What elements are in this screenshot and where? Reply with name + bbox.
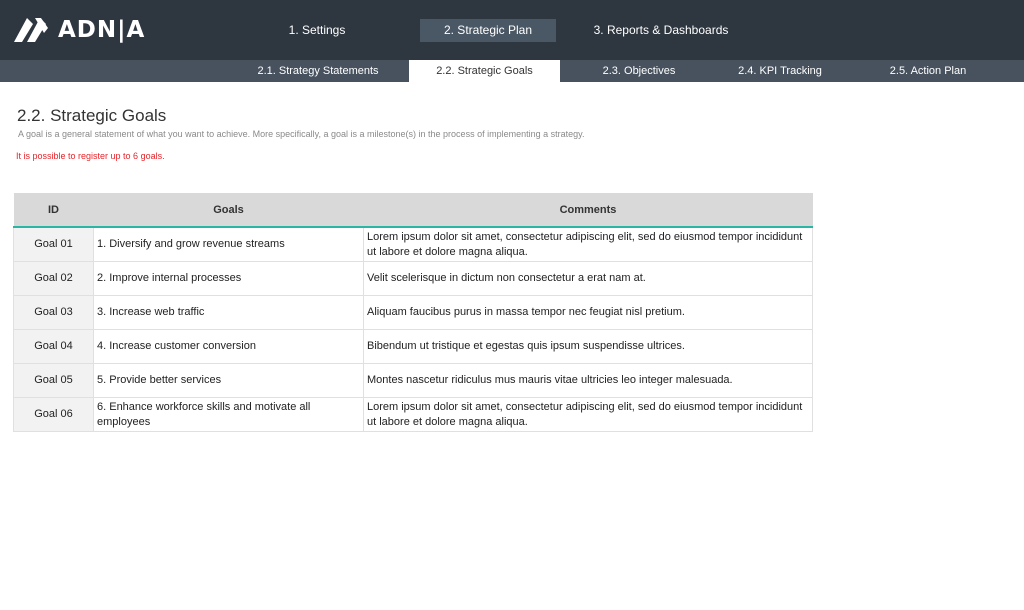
main-tab-settings[interactable]: 1. Settings [247, 19, 387, 42]
table-header-row: ID Goals Comments [13, 193, 813, 228]
comment-cell[interactable]: Lorem ipsum dolor sit amet, consectetur … [363, 397, 813, 432]
table-row: Goal 06 6. Enhance workforce skills and … [13, 397, 813, 432]
page-description: A goal is a general statement of what yo… [18, 129, 585, 139]
comment-cell[interactable]: Lorem ipsum dolor sit amet, consectetur … [363, 226, 813, 262]
goal-cell[interactable]: 2. Improve internal processes [93, 261, 364, 296]
sub-tab-kpi-tracking[interactable]: 2.4. KPI Tracking [718, 60, 842, 82]
goal-id-cell[interactable]: Goal 04 [13, 329, 94, 364]
sub-tab-objectives[interactable]: 2.3. Objectives [561, 60, 717, 82]
sub-tab-strategic-goals[interactable]: 2.2. Strategic Goals [409, 60, 560, 82]
table-row: Goal 03 3. Increase web traffic Aliquam … [13, 295, 813, 330]
goal-id-cell[interactable]: Goal 06 [13, 397, 94, 432]
main-tab-reports-dashboards[interactable]: 3. Reports & Dashboards [585, 19, 737, 42]
goal-id-cell[interactable]: Goal 02 [13, 261, 94, 296]
page-title: 2.2. Strategic Goals [17, 106, 167, 125]
sub-tab-strategy-statements[interactable]: 2.1. Strategy Statements [228, 60, 408, 82]
adnia-logo-icon [14, 18, 48, 42]
adnia-logo[interactable]: ADN|A [14, 17, 145, 43]
goal-cell[interactable]: 3. Increase web traffic [93, 295, 364, 330]
goal-cell[interactable]: 1. Diversify and grow revenue streams [93, 226, 364, 262]
sub-navigation-bar: 2.1. Strategy Statements 2.2. Strategic … [0, 60, 1024, 82]
goal-cell[interactable]: 4. Increase customer conversion [93, 329, 364, 364]
comment-cell[interactable]: Velit scelerisque in dictum non consecte… [363, 261, 813, 296]
comment-cell[interactable]: Aliquam faucibus purus in massa tempor n… [363, 295, 813, 330]
comment-cell[interactable]: Bibendum ut tristique et egestas quis ip… [363, 329, 813, 364]
table-row: Goal 01 1. Diversify and grow revenue st… [13, 226, 813, 262]
header-comments: Comments [363, 193, 813, 228]
header-id: ID [13, 193, 94, 228]
goals-table: ID Goals Comments Goal 01 1. Diversify a… [13, 193, 813, 432]
table-row: Goal 04 4. Increase customer conversion … [13, 329, 813, 364]
comment-cell[interactable]: Montes nascetur ridiculus mus mauris vit… [363, 363, 813, 398]
goal-cell[interactable]: 6. Enhance workforce skills and motivate… [93, 397, 364, 432]
header-goals: Goals [93, 193, 364, 228]
page-note: It is possible to register up to 6 goals… [16, 151, 165, 161]
table-row: Goal 05 5. Provide better services Monte… [13, 363, 813, 398]
top-navigation-bar: ADN|A 1. Settings 2. Strategic Plan 3. R… [0, 0, 1024, 60]
goal-id-cell[interactable]: Goal 05 [13, 363, 94, 398]
table-row: Goal 02 2. Improve internal processes Ve… [13, 261, 813, 296]
goal-id-cell[interactable]: Goal 03 [13, 295, 94, 330]
goal-cell[interactable]: 5. Provide better services [93, 363, 364, 398]
sub-tab-action-plan[interactable]: 2.5. Action Plan [843, 60, 1013, 82]
logo-text: ADN|A [58, 17, 146, 43]
goal-id-cell[interactable]: Goal 01 [13, 226, 94, 262]
main-tab-strategic-plan[interactable]: 2. Strategic Plan [420, 19, 556, 42]
